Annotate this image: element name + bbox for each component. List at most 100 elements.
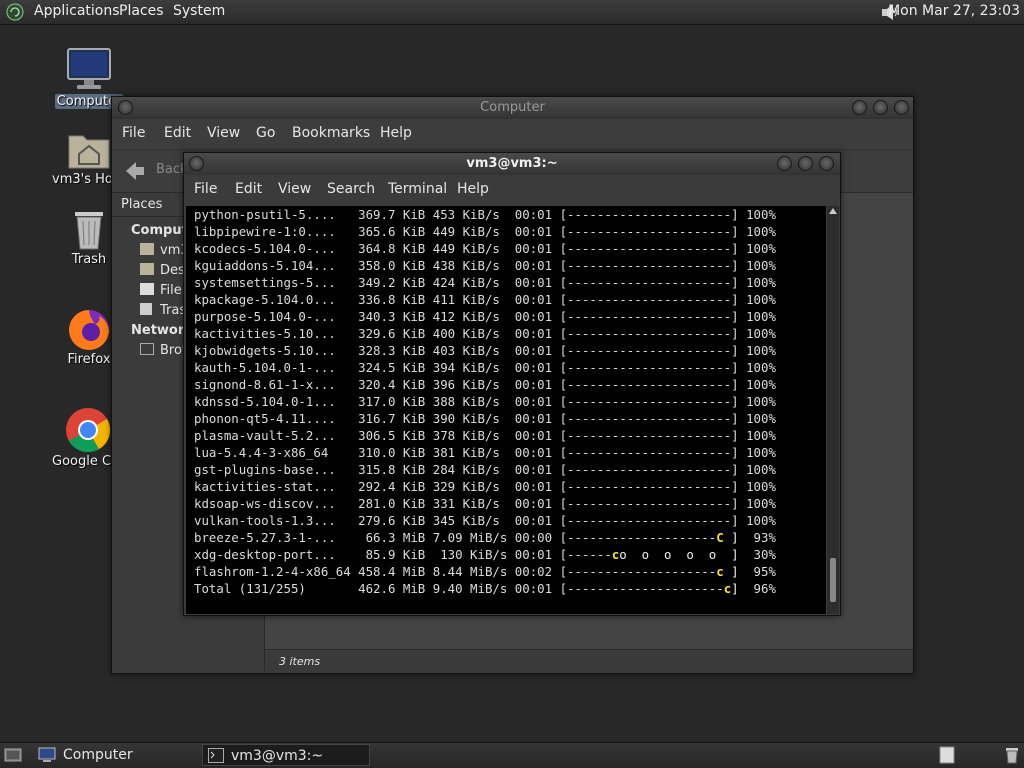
system-menu[interactable]: System xyxy=(173,3,225,19)
terminal-line: systemsettings-5... 349.2 KiB 424 KiB/s … xyxy=(194,274,776,291)
sidebar-header[interactable]: Places xyxy=(121,197,162,212)
menu-edit[interactable]: Edit xyxy=(164,125,191,141)
terminal-line: breeze-5.27.3-1-... 66.3 MiB 7.09 MiB/s … xyxy=(194,529,776,546)
package-name: kjobwidgets-5.10... xyxy=(194,343,359,358)
package-name: vulkan-tools-1.3... xyxy=(194,513,359,528)
elapsed-time: 00:01 xyxy=(514,547,560,562)
transfer-rate: 345 KiB/s xyxy=(432,513,515,528)
package-size: 306.5 KiB xyxy=(358,428,433,443)
progress-bar: [----------------------] xyxy=(559,292,747,307)
transfer-rate: 9.40 MiB/s xyxy=(432,581,515,596)
minimize-button[interactable] xyxy=(777,156,792,171)
menu-bookmarks[interactable]: Bookmarks xyxy=(292,125,370,141)
progress-bar-end: o o o o o ] xyxy=(619,547,747,562)
progress-bar: [----------------------] xyxy=(559,343,747,358)
package-size: 315.8 KiB xyxy=(358,462,433,477)
package-name: kguiaddons-5.104... xyxy=(194,258,359,273)
package-name: python-psutil-5.... xyxy=(194,207,359,222)
menu-file[interactable]: File xyxy=(194,181,217,197)
elapsed-time: 00:01 xyxy=(514,275,560,290)
elapsed-time: 00:01 xyxy=(514,207,560,222)
close-button[interactable] xyxy=(819,156,834,171)
menu-edit[interactable]: Edit xyxy=(235,181,262,197)
elapsed-time: 00:01 xyxy=(514,360,560,375)
menu-search[interactable]: Search xyxy=(327,181,375,197)
maximize-button[interactable] xyxy=(873,100,888,115)
progress-bar-start: [-------------------- xyxy=(559,564,717,579)
distro-logo-icon[interactable] xyxy=(6,3,24,21)
task-computer[interactable]: Computer xyxy=(36,744,196,766)
progress-bar: [----------------------] xyxy=(559,326,747,341)
workspace-switcher-icon[interactable] xyxy=(938,746,956,764)
package-name: xdg-desktop-port... xyxy=(194,547,359,562)
elapsed-time: 00:01 xyxy=(514,496,560,511)
task-terminal[interactable]: vm3@vm3:~ xyxy=(202,744,370,766)
menu-help[interactable]: Help xyxy=(457,181,489,197)
progress-percent: 100% xyxy=(746,343,776,358)
package-name: kauth-5.104.0-1-... xyxy=(194,360,359,375)
file-manager-titlebar[interactable]: Computer xyxy=(112,97,913,119)
menu-help[interactable]: Help xyxy=(380,125,412,141)
elapsed-time: 00:01 xyxy=(514,462,560,477)
progress-percent: 100% xyxy=(746,479,776,494)
maximize-button[interactable] xyxy=(798,156,813,171)
window-menu-button[interactable] xyxy=(118,100,133,115)
elapsed-time: 00:01 xyxy=(514,258,560,273)
transfer-rate: 453 KiB/s xyxy=(432,207,515,222)
terminal-line: kdnssd-5.104.0-1... 317.0 KiB 388 KiB/s … xyxy=(194,393,776,410)
menu-go[interactable]: Go xyxy=(256,125,275,141)
package-name: kdnssd-5.104.0-1... xyxy=(194,394,359,409)
show-desktop-icon[interactable] xyxy=(4,747,22,763)
file-manager-menubar: File Edit View Go Bookmarks Help xyxy=(112,121,913,147)
package-name: phonon-qt5-4.11.... xyxy=(194,411,359,426)
trash-icon xyxy=(75,212,103,250)
terminal-line: kactivities-5.10... 329.6 KiB 400 KiB/s … xyxy=(194,325,776,342)
terminal-output[interactable]: python-psutil-5.... 369.7 KiB 453 KiB/s … xyxy=(186,206,826,614)
minimize-button[interactable] xyxy=(852,100,867,115)
close-button[interactable] xyxy=(894,100,909,115)
terminal-small-icon xyxy=(208,748,224,763)
terminal-line: purpose-5.104.0-... 340.3 KiB 412 KiB/s … xyxy=(194,308,776,325)
clock[interactable]: Mon Mar 27, 23:03 xyxy=(888,3,1020,19)
elapsed-time: 00:01 xyxy=(514,326,560,341)
package-size: 310.0 KiB xyxy=(358,445,433,460)
folder-icon xyxy=(140,263,154,275)
window-title: Computer xyxy=(480,100,545,115)
menu-view[interactable]: View xyxy=(278,181,311,197)
progress-percent: 100% xyxy=(746,241,776,256)
terminal-line: kguiaddons-5.104... 358.0 KiB 438 KiB/s … xyxy=(194,257,776,274)
progress-bar: [----------------------] xyxy=(559,462,747,477)
package-name: kpackage-5.104.0... xyxy=(194,292,359,307)
terminal-line: vulkan-tools-1.3... 279.6 KiB 345 KiB/s … xyxy=(194,512,776,529)
terminal-scrollbar[interactable] xyxy=(827,206,839,614)
package-name: Total (131/255) xyxy=(194,581,359,596)
trash-applet-icon[interactable] xyxy=(1003,746,1021,764)
terminal-line: kdsoap-ws-discov... 281.0 KiB 331 KiB/s … xyxy=(194,495,776,512)
window-menu-button[interactable] xyxy=(189,156,204,171)
progress-percent: 100% xyxy=(746,513,776,528)
progress-bar: [----------------------] xyxy=(559,394,747,409)
transfer-rate: 411 KiB/s xyxy=(432,292,515,307)
transfer-rate: 390 KiB/s xyxy=(432,411,515,426)
back-button[interactable]: Back xyxy=(120,158,190,184)
progress-percent: 30% xyxy=(746,547,776,562)
scrollbar-thumb[interactable] xyxy=(830,558,836,602)
elapsed-time: 00:01 xyxy=(514,411,560,426)
terminal-titlebar[interactable]: vm3@vm3:~ xyxy=(184,153,840,175)
places-menu[interactable]: Places xyxy=(119,3,164,19)
network-icon xyxy=(140,343,154,355)
transfer-rate: 394 KiB/s xyxy=(432,360,515,375)
bottom-panel: Computer vm3@vm3:~ xyxy=(0,742,1024,768)
menu-terminal[interactable]: Terminal xyxy=(388,181,447,197)
menu-view[interactable]: View xyxy=(207,125,240,141)
package-name: purpose-5.104.0-... xyxy=(194,309,359,324)
progress-bar: [----------------------] xyxy=(559,241,747,256)
menu-file[interactable]: File xyxy=(122,125,145,141)
task-label: Computer xyxy=(63,747,133,763)
package-size: 329.6 KiB xyxy=(358,326,433,341)
transfer-rate: 403 KiB/s xyxy=(432,343,515,358)
progress-bar: [----------------------] xyxy=(559,496,747,511)
scroll-up-arrow-icon[interactable] xyxy=(829,208,837,214)
progress-bar: [----------------------] xyxy=(559,513,747,528)
applications-menu[interactable]: Applications xyxy=(34,3,120,19)
